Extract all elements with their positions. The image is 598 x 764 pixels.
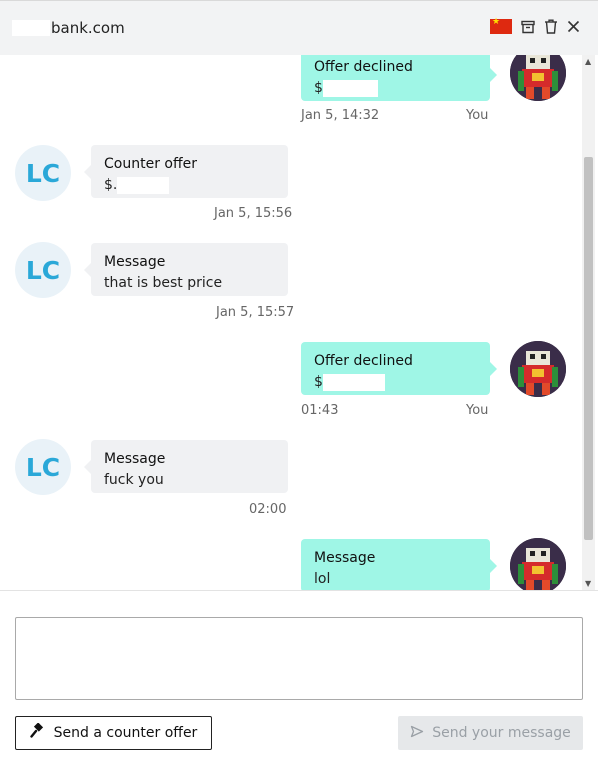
send-message-label: Send your message (432, 725, 571, 741)
close-icon[interactable] (567, 20, 580, 33)
archive-icon[interactable] (521, 20, 535, 34)
message-bubble-incoming: Message that is best price (84, 243, 288, 296)
message-time: Jan 5, 15:57 (216, 305, 295, 320)
chat-title-text: bank.com (51, 19, 125, 37)
message-input[interactable] (15, 617, 583, 700)
message-body: that is best price (104, 275, 223, 291)
message-body: lol (314, 571, 331, 587)
message-bubble-outgoing: Offer declined $ (301, 55, 497, 101)
scrollbar-thumb[interactable] (584, 157, 593, 540)
message-list[interactable]: Offer declined $ Jan 5, 14:32 You LC Cou… (0, 55, 598, 590)
scroll-up-arrow-icon[interactable]: ▲ (585, 57, 591, 66)
message-body: $. (104, 175, 275, 196)
message-body: $ (314, 78, 477, 99)
message-bubble-incoming: Counter offer $. (84, 145, 288, 198)
message-title: Counter offer (104, 156, 197, 172)
message-title: Message (314, 550, 376, 566)
message-sender (91, 308, 159, 318)
avatar[interactable] (510, 538, 566, 590)
message-time: 01:43 (301, 403, 339, 418)
message-time: Jan 5, 14:32 (301, 108, 380, 123)
avatar[interactable]: LC (15, 242, 71, 298)
message-body: fuck you (104, 472, 164, 488)
avatar[interactable] (510, 341, 566, 397)
avatar[interactable]: LC (15, 145, 71, 201)
message-time: Jan 5, 15:56 (214, 206, 293, 221)
message-sender (91, 505, 159, 515)
send-counter-offer-button[interactable]: Send a counter offer (15, 716, 212, 750)
china-flag-icon (490, 17, 512, 34)
message-bubble-outgoing: Offer declined $ (301, 342, 497, 395)
trash-icon[interactable] (544, 19, 558, 34)
redacted-domain-prefix (12, 20, 50, 36)
chat-title: bank.com (12, 19, 125, 37)
message-bubble-incoming: Message fuck you (84, 440, 288, 493)
message-time: 02:00 (249, 502, 287, 517)
scroll-down-arrow-icon[interactable]: ▼ (585, 579, 591, 588)
avatar[interactable]: LC (15, 439, 71, 495)
send-message-button[interactable]: Send your message (398, 716, 583, 750)
message-bubble-outgoing: Message lol (301, 539, 497, 590)
message-body: $ (314, 372, 477, 393)
message-title: Offer declined (314, 353, 413, 369)
message-title: Message (104, 451, 166, 467)
send-counter-offer-label: Send a counter offer (53, 725, 198, 741)
gavel-icon (29, 722, 46, 743)
message-composer: Send a counter offer Send your message (0, 590, 598, 764)
message-sender: You (466, 108, 489, 123)
send-arrow-icon (410, 725, 424, 742)
scrollbar[interactable]: ▲ ▼ (582, 55, 595, 590)
avatar[interactable] (510, 55, 566, 101)
header-actions (490, 17, 580, 34)
message-sender: You (466, 403, 489, 418)
message-sender (91, 209, 171, 219)
message-title: Offer declined (314, 59, 413, 75)
message-title: Message (104, 254, 166, 270)
chat-header: bank.com (0, 0, 598, 55)
